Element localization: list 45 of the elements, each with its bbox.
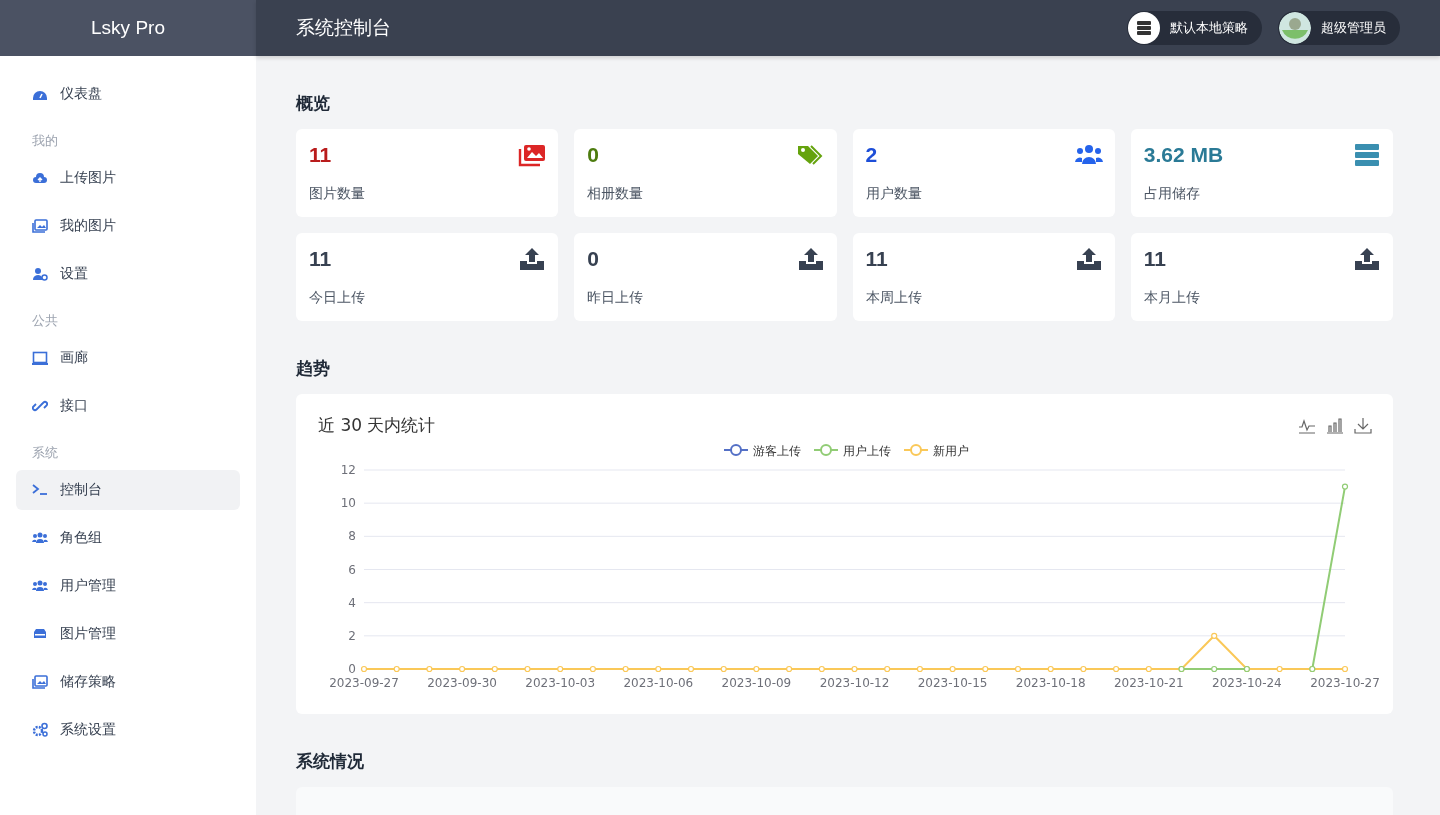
section-title: 系统情况 [296, 750, 365, 773]
axis-tick-label: 6 [348, 562, 356, 577]
axis-tick-label: 2023-10-12 [819, 676, 890, 690]
axis-tick-label: 2023-10-06 [623, 676, 694, 690]
page-title: 系统控制台 [296, 15, 391, 40]
stat-label: 图片数量 [309, 185, 366, 203]
nav-section-heading: 公共 [31, 312, 59, 330]
axis-tick-label: 2023-10-27 [1310, 676, 1380, 690]
axis-tick-label: 2023-09-30 [427, 676, 497, 690]
axis-tick-label: 2023-10-21 [1113, 676, 1184, 690]
stat-label: 用户数量 [865, 185, 923, 203]
nav-section-heading: 系统 [31, 444, 59, 462]
axis-tick-label: 8 [348, 529, 356, 544]
axis-tick-label: 2023-10-15 [917, 676, 988, 690]
section-title: 概览 [296, 92, 331, 115]
stat-value: 3.62 MB [1143, 143, 1224, 167]
axis-tick-label: 2023-10-03 [525, 676, 596, 690]
axis-tick-label: 0 [348, 662, 356, 676]
stat-value: 11 [865, 247, 888, 271]
axis-tick-label: 2023-10-09 [721, 676, 792, 690]
stat-label: 本周上传 [865, 289, 923, 307]
stat-value: 11 [309, 143, 332, 167]
stat-value: 11 [1143, 247, 1166, 271]
axis-tick-label: 2023-10-24 [1212, 676, 1282, 690]
stat-value: 11 [309, 247, 332, 271]
legend-label: 新用户 [933, 443, 969, 458]
stat-label: 昨日上传 [587, 289, 645, 307]
axis-tick-label: 12 [340, 463, 356, 477]
axis-tick-label: 2023-09-27 [329, 676, 399, 690]
legend-label: 游客上传 [753, 443, 801, 458]
axis-tick-label: 10 [340, 496, 356, 511]
nav-section-heading: 我的 [31, 132, 59, 150]
stat-label: 今日上传 [309, 289, 366, 307]
stat-value: 2 [865, 143, 878, 167]
stat-value: 0 [587, 247, 599, 271]
legend-label: 用户上传 [843, 443, 891, 458]
section-title: 趋势 [296, 357, 331, 380]
stat-label: 占用储存 [1143, 185, 1201, 203]
axis-tick-label: 4 [348, 595, 356, 610]
stat-value: 0 [587, 143, 599, 167]
chart-title: 近 30 天内统计 [318, 414, 436, 437]
stat-label: 相册数量 [587, 185, 645, 203]
axis-tick-label: 2023-10-18 [1015, 676, 1086, 690]
axis-tick-label: 2 [348, 628, 356, 643]
stat-label: 本月上传 [1143, 289, 1201, 307]
